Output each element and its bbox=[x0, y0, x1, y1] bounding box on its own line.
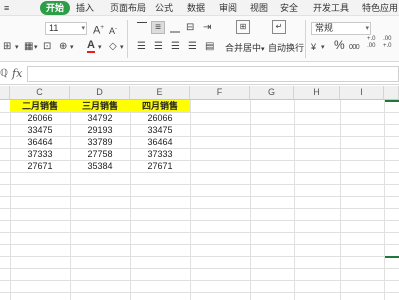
wrap-text-icon[interactable]: ↵ bbox=[272, 20, 286, 34]
table-row: 33475 29193 33475 bbox=[0, 124, 399, 136]
chevron-down-icon[interactable]: ▾ bbox=[70, 42, 74, 54]
table-row: 27671 35384 27671 bbox=[0, 160, 399, 172]
menu-tab-view[interactable]: 视图 bbox=[250, 2, 268, 14]
table-row: 36464 33789 36464 bbox=[0, 136, 399, 148]
menu-tab-security[interactable]: 安全 bbox=[280, 2, 298, 14]
merge-center-button[interactable]: 合并居中▾ bbox=[225, 42, 265, 56]
distributed-icon[interactable]: ▤ bbox=[205, 41, 214, 53]
chevron-down-icon[interactable]: ▾ bbox=[34, 42, 38, 54]
borders-icon[interactable]: ⊞ bbox=[3, 41, 11, 53]
indent-icon[interactable]: ⇥ bbox=[203, 22, 211, 34]
data-cell[interactable]: 27758 bbox=[70, 148, 130, 160]
spreadsheet-grid[interactable]: C D E F G H I 二月销售 三月销售 四月销售 26066 34792… bbox=[0, 86, 399, 300]
fx-icon[interactable]: fx bbox=[12, 67, 22, 80]
font-shrink-button[interactable]: A- bbox=[109, 23, 117, 37]
chevron-down-icon[interactable]: ▾ bbox=[120, 42, 124, 54]
column-header-g[interactable]: G bbox=[250, 86, 294, 100]
chevron-down-icon: ▾ bbox=[81, 25, 85, 32]
divider bbox=[305, 20, 306, 58]
column-header-d[interactable]: D bbox=[70, 86, 130, 100]
currency-icon[interactable]: ¥ bbox=[311, 41, 316, 53]
column-header-c[interactable]: C bbox=[10, 86, 70, 100]
table-style-icon[interactable]: ⊡ bbox=[43, 41, 51, 53]
formula-bar: ℚ fx bbox=[0, 63, 399, 85]
table-row: 37333 27758 37333 bbox=[0, 148, 399, 160]
merge-cells-icon[interactable]: ⊞ bbox=[236, 20, 250, 34]
wrap-text-button[interactable]: 自动换行 bbox=[268, 42, 304, 54]
font-grow-button[interactable]: A+ bbox=[93, 22, 104, 37]
font-color-letter: A bbox=[87, 39, 95, 51]
column-header-e[interactable]: E bbox=[130, 86, 190, 100]
data-cell[interactable]: 26066 bbox=[130, 112, 190, 124]
menu-tab-insert[interactable]: 插入 bbox=[76, 2, 94, 14]
menu-tab-formulas[interactable]: 公式 bbox=[155, 2, 173, 14]
align-left-icon[interactable]: ☰ bbox=[137, 41, 146, 53]
column-header-corner[interactable] bbox=[0, 86, 10, 100]
menu-overflow-icon[interactable]: ≡ bbox=[4, 2, 9, 14]
chevron-down-icon: ▾ bbox=[365, 25, 369, 32]
data-cell[interactable]: 29193 bbox=[70, 124, 130, 136]
data-cell[interactable]: 27671 bbox=[10, 160, 70, 172]
data-cell[interactable]: 26066 bbox=[10, 112, 70, 124]
chevron-down-icon[interactable]: ▾ bbox=[15, 42, 19, 54]
percent-button[interactable]: % bbox=[334, 39, 345, 51]
selection-indicator bbox=[385, 100, 399, 102]
thousands-separator-button[interactable]: 000 bbox=[349, 42, 360, 54]
menu-tab-data[interactable]: 数据 bbox=[187, 2, 205, 14]
column-header-h[interactable]: H bbox=[294, 86, 340, 100]
formula-input[interactable] bbox=[27, 66, 399, 82]
align-bottom-icon[interactable]: ⎽ bbox=[170, 22, 180, 34]
justify-icon[interactable]: ☰ bbox=[188, 41, 197, 53]
table-row: 26066 34792 26066 bbox=[0, 112, 399, 124]
data-cell[interactable]: 37333 bbox=[10, 148, 70, 160]
increase-decimal-button[interactable]: +.0 .00 bbox=[367, 36, 376, 50]
fill-icon[interactable]: ▦ bbox=[24, 41, 33, 53]
column-header-i[interactable]: I bbox=[340, 86, 384, 100]
menu-tab-developer[interactable]: 开发工具 bbox=[313, 2, 349, 14]
font-size-value: 11 bbox=[49, 23, 59, 33]
divider bbox=[127, 20, 128, 58]
cell-style-icon[interactable]: ⊕ bbox=[59, 41, 67, 53]
chevron-down-icon[interactable]: ▾ bbox=[98, 42, 102, 54]
header-cell[interactable]: 三月销售 bbox=[70, 100, 130, 112]
number-format-select[interactable]: 常规 ▾ bbox=[311, 22, 371, 35]
decrease-decimal-button[interactable]: .00 +.0 bbox=[383, 36, 392, 50]
header-cell[interactable]: 四月销售 bbox=[130, 100, 190, 112]
column-header-f[interactable]: F bbox=[190, 86, 250, 100]
column-header-j[interactable] bbox=[384, 86, 399, 100]
align-right-icon[interactable]: ☰ bbox=[171, 41, 180, 53]
data-cell[interactable]: 34792 bbox=[70, 112, 130, 124]
data-cell[interactable]: 35384 bbox=[70, 160, 130, 172]
header-cell[interactable]: 二月销售 bbox=[10, 100, 70, 112]
menu-tab-home[interactable]: 开始 bbox=[40, 1, 71, 15]
zoom-icon[interactable]: ℚ bbox=[0, 68, 8, 79]
align-center-icon[interactable]: ☰ bbox=[154, 41, 163, 53]
chevron-down-icon[interactable]: ▾ bbox=[321, 42, 325, 54]
grid-lines: 二月销售 三月销售 四月销售 26066 34792 26066 33475 2… bbox=[0, 100, 399, 300]
data-cell[interactable]: 37333 bbox=[130, 148, 190, 160]
merge-center-label: 合并居中 bbox=[225, 43, 262, 53]
text-direction-icon[interactable]: ⊟ bbox=[186, 22, 194, 34]
data-cell[interactable]: 36464 bbox=[130, 136, 190, 148]
font-size-select[interactable]: 11 ▾ bbox=[45, 22, 87, 35]
menu-tab-page-layout[interactable]: 页面布局 bbox=[110, 2, 146, 14]
data-cell[interactable]: 33475 bbox=[130, 124, 190, 136]
eraser-icon[interactable]: ◇ bbox=[109, 41, 117, 53]
selection-indicator bbox=[385, 256, 399, 258]
data-cell[interactable]: 27671 bbox=[130, 160, 190, 172]
data-cell[interactable]: 33789 bbox=[70, 136, 130, 148]
menu-bar: ≡ 开始 插入 页面布局 公式 数据 审阅 视图 安全 开发工具 特色应用 bbox=[0, 0, 399, 16]
menu-tab-features[interactable]: 特色应用 bbox=[362, 2, 398, 14]
align-middle-icon[interactable]: ≡ bbox=[151, 21, 165, 34]
data-cell[interactable]: 33475 bbox=[10, 124, 70, 136]
menu-tab-review[interactable]: 审阅 bbox=[219, 2, 237, 14]
data-cell[interactable]: 36464 bbox=[10, 136, 70, 148]
ribbon-toolbar: 11 ▾ A+ A- ⎺ ≡ ⎽ ⊟ ⇥ ⊞ ↵ 常规 ▾ ⊞ ▾ ▦ ▾ ⊡ … bbox=[0, 16, 399, 62]
chevron-down-icon: ▾ bbox=[261, 46, 265, 53]
align-top-icon[interactable]: ⎺ bbox=[137, 22, 147, 34]
number-format-value: 常规 bbox=[315, 23, 334, 33]
font-color-button[interactable]: A bbox=[87, 40, 95, 53]
table-header-row: 二月销售 三月销售 四月销售 bbox=[0, 100, 399, 112]
